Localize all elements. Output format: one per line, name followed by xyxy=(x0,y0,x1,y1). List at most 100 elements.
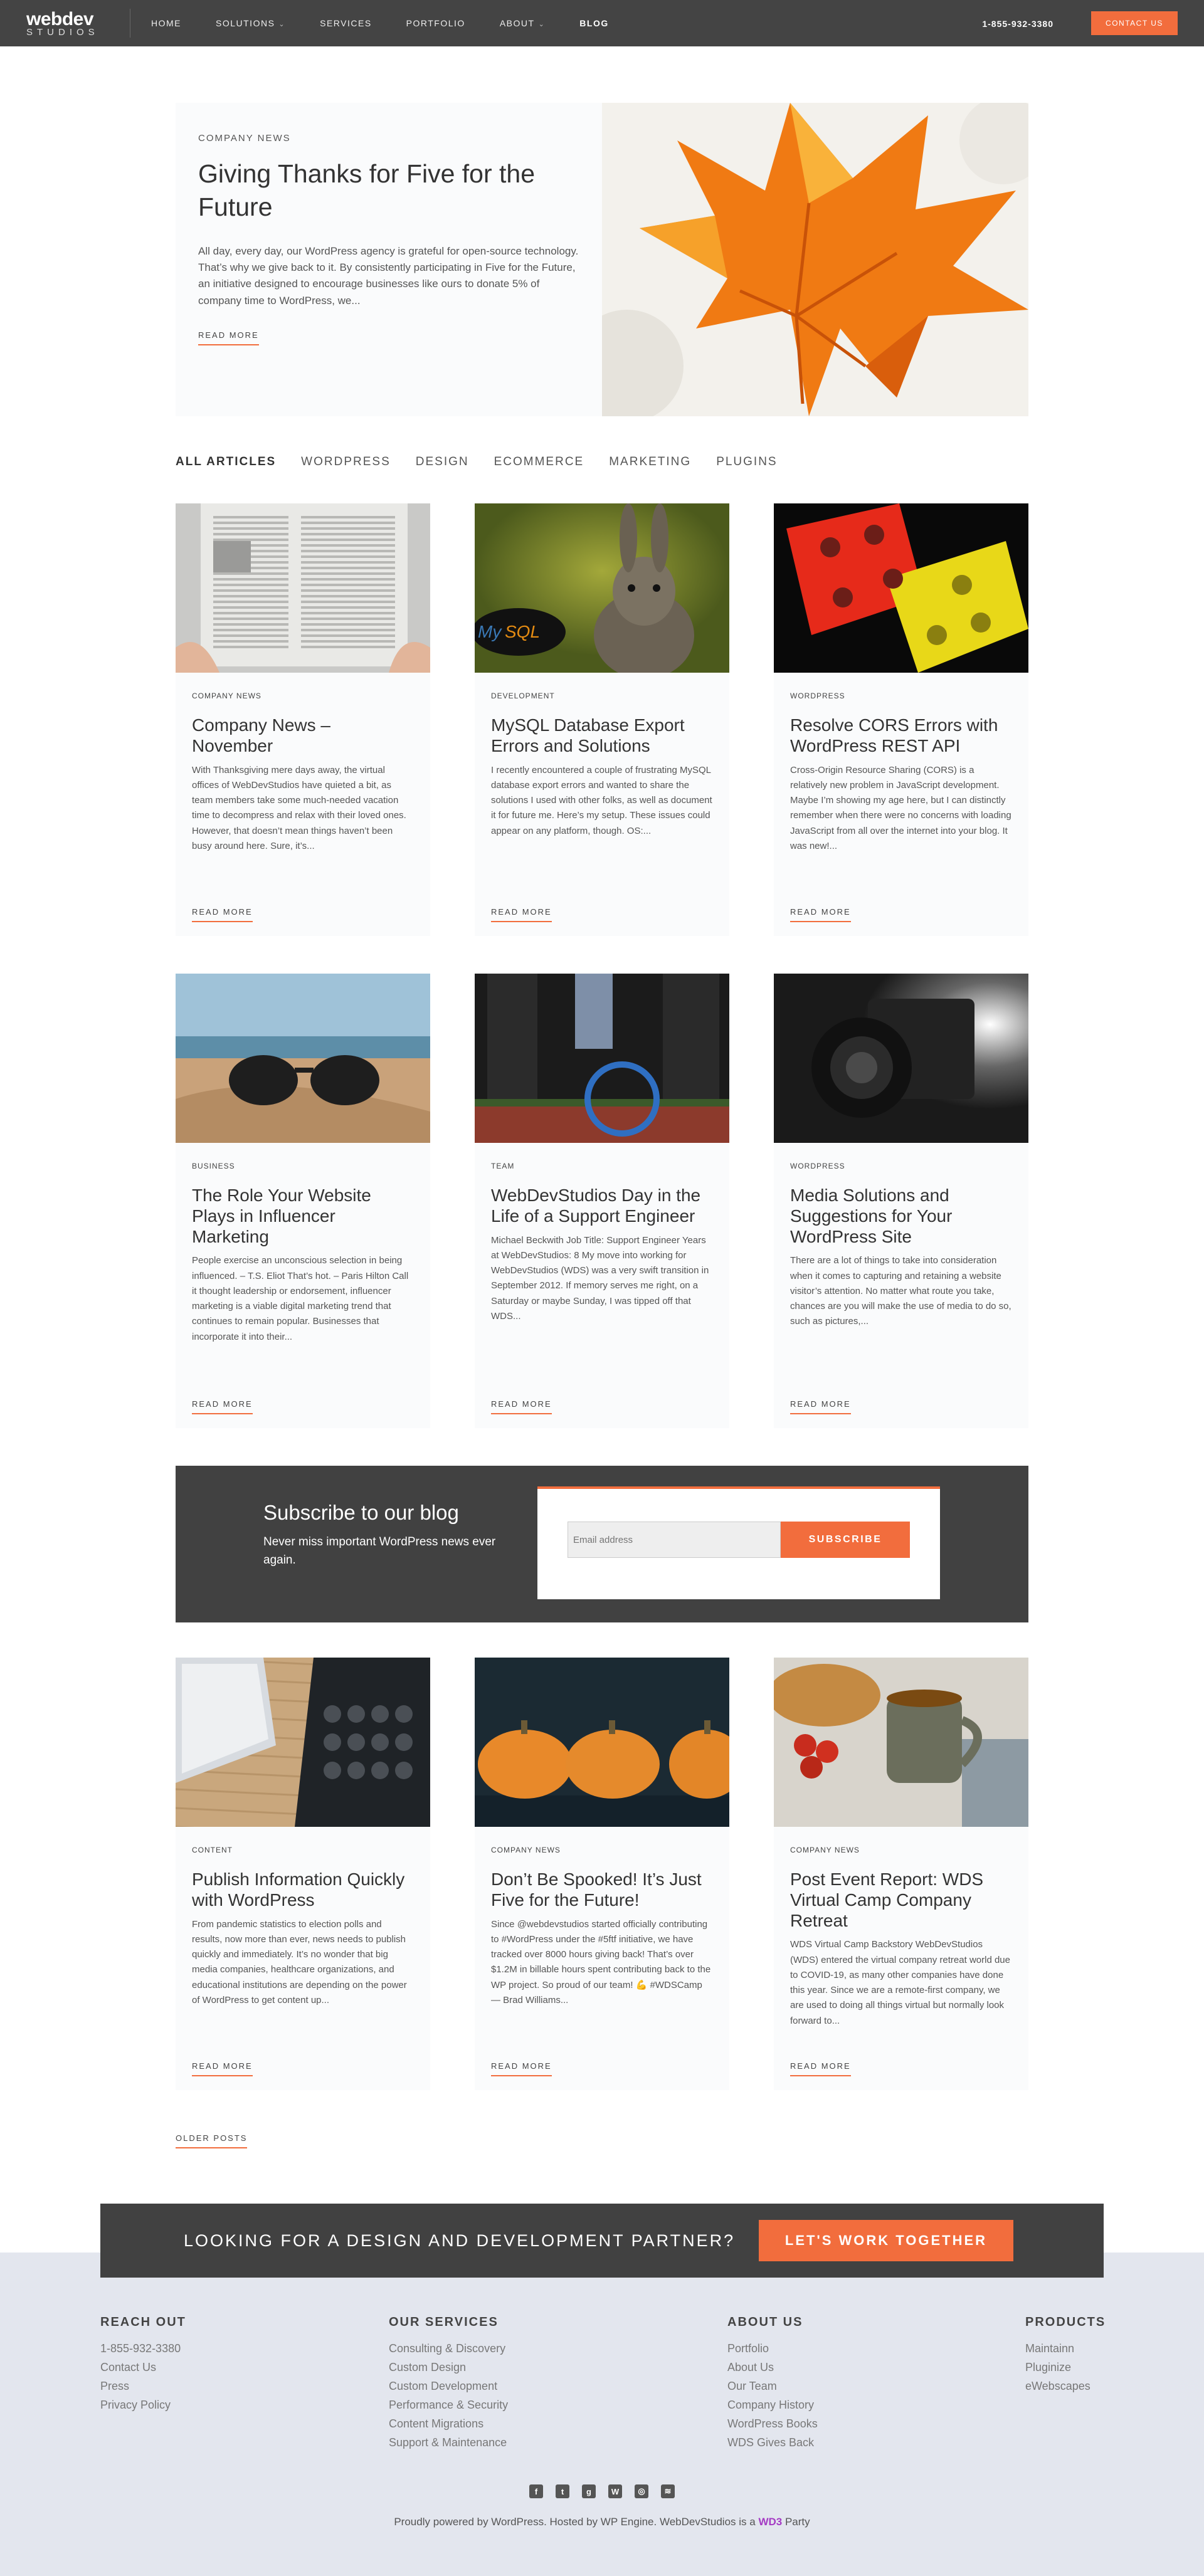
footer-link[interactable]: Consulting & Discovery xyxy=(389,2339,508,2358)
featured-read-more-link[interactable]: READ MORE xyxy=(198,330,259,345)
footer-link[interactable]: WordPress Books xyxy=(727,2414,818,2433)
post-image-rabbit[interactable]: My SQL xyxy=(475,503,729,673)
post-category[interactable]: DEVELOPMENT xyxy=(491,691,713,700)
read-more-link[interactable]: READ MORE xyxy=(491,2061,552,2076)
footer-link[interactable]: Our Team xyxy=(727,2377,818,2395)
footer-column-about-us: ABOUT US Portfolio About Us Our Team Company… xyxy=(727,2315,818,2452)
post-title[interactable]: Media Solutions and Suggestions for Your… xyxy=(790,1185,1012,1247)
post-excerpt: Cross-Origin Resource Sharing (CORS) is … xyxy=(790,764,1011,851)
post-category[interactable]: WORDPRESS xyxy=(790,691,1012,700)
post-image-unicycle[interactable] xyxy=(475,974,729,1143)
nav-item-services[interactable]: SERVICES xyxy=(320,18,372,28)
read-more-link[interactable]: READ MORE xyxy=(192,2061,253,2076)
filter-tab-marketing[interactable]: MARKETING xyxy=(609,455,691,469)
post-title[interactable]: Publish Information Quickly with WordPre… xyxy=(192,1869,414,1911)
top-navigation: webdev STUDIOS HOME SOLUTIONS ⌄ SERVICES POR… xyxy=(0,0,1204,46)
post-card-body: BUSINESS The Role Your Website Plays in I… xyxy=(176,1143,430,1364)
read-more-link[interactable]: READ MORE xyxy=(491,907,552,922)
post-image-newspaper[interactable] xyxy=(176,503,430,673)
rss-icon[interactable]: ≋ xyxy=(661,2484,675,2498)
read-more-link[interactable]: READ MORE xyxy=(790,2061,851,2076)
footer-link[interactable]: eWebscapes xyxy=(1025,2377,1106,2395)
footer-link[interactable]: Privacy Policy xyxy=(100,2395,186,2414)
nav-item-blog[interactable]: BLOG xyxy=(579,18,608,28)
footer-column-reach-out: REACH OUT 1-855-932-3380 Contact Us Press Pr… xyxy=(100,2315,186,2414)
read-more-link[interactable]: READ MORE xyxy=(192,1399,253,1414)
nav-item-solutions[interactable]: SOLUTIONS ⌄ xyxy=(216,18,285,28)
footer-link[interactable]: Custom Development xyxy=(389,2377,508,2395)
post-card-body: DEVELOPMENT MySQL Database Export Errors … xyxy=(475,673,729,858)
work-together-button[interactable]: LET'S WORK TOGETHER xyxy=(759,2220,1013,2261)
site-logo[interactable]: webdev STUDIOS xyxy=(26,9,105,37)
contact-us-button[interactable]: CONTACT US xyxy=(1091,11,1178,35)
subscribe-button[interactable]: SUBSCRIBE xyxy=(781,1522,910,1558)
post-category[interactable]: BUSINESS xyxy=(192,1162,414,1170)
featured-image-maple-leaf[interactable] xyxy=(602,103,1028,416)
footer-link[interactable]: Pluginize xyxy=(1025,2358,1106,2377)
filter-tab-wordpress[interactable]: WORDPRESS xyxy=(301,455,391,469)
post-title[interactable]: Post Event Report: WDS Virtual Camp Comp… xyxy=(790,1869,1012,1931)
social-links: f t g W ◎ ≋ xyxy=(100,2484,1104,2498)
post-category[interactable]: TEAM xyxy=(491,1162,713,1170)
footer-link[interactable]: Content Migrations xyxy=(389,2414,508,2433)
footer-link[interactable]: About Us xyxy=(727,2358,818,2377)
filter-tab-ecommerce[interactable]: ECOMMERCE xyxy=(494,455,584,469)
filter-tab-design[interactable]: DESIGN xyxy=(416,455,469,469)
featured-post-text: COMPANY NEWS Giving Thanks for Five for … xyxy=(176,103,602,416)
featured-category[interactable]: COMPANY NEWS xyxy=(198,133,579,144)
nav-item-portfolio[interactable]: PORTFOLIO xyxy=(406,18,465,28)
nav-phone-link[interactable]: 1-855-932-3380 xyxy=(982,19,1054,29)
footer-link[interactable]: Company History xyxy=(727,2395,818,2414)
post-excerpt: People exercise an unconscious selection… xyxy=(192,1255,409,1342)
post-image-typewriter[interactable] xyxy=(176,1658,430,1827)
read-more-link[interactable]: READ MORE xyxy=(790,1399,851,1414)
older-posts-link[interactable]: OLDER POSTS xyxy=(176,2133,248,2148)
post-image-pumpkins[interactable] xyxy=(475,1658,729,1827)
nav-item-home[interactable]: HOME xyxy=(151,18,181,28)
read-more-link[interactable]: READ MORE xyxy=(790,907,851,922)
post-image-dice[interactable] xyxy=(774,503,1028,673)
post-title[interactable]: MySQL Database Export Errors and Solutio… xyxy=(491,715,713,757)
filter-tab-plugins[interactable]: PLUGINS xyxy=(716,455,777,469)
footer-link[interactable]: Press xyxy=(100,2377,186,2395)
nav-item-label: PORTFOLIO xyxy=(406,18,465,28)
footer-link[interactable]: Portfolio xyxy=(727,2339,818,2358)
footer-link[interactable]: Performance & Security xyxy=(389,2395,508,2414)
post-card: COMPANY NEWS Don’t Be Spooked! It’s Just … xyxy=(475,1658,729,2090)
post-category[interactable]: COMPANY NEWS xyxy=(192,691,414,700)
post-card-body: WORDPRESS Resolve CORS Errors with WordPr… xyxy=(774,673,1028,873)
nav-item-about[interactable]: ABOUT ⌄ xyxy=(500,18,545,28)
facebook-icon[interactable]: f xyxy=(529,2484,543,2498)
read-more-link[interactable]: READ MORE xyxy=(192,907,253,922)
post-title[interactable]: The Role Your Website Plays in Influence… xyxy=(192,1185,414,1247)
post-category[interactable]: CONTENT xyxy=(192,1846,414,1854)
post-title[interactable]: Company News – November xyxy=(192,715,414,757)
post-excerpt: There are a lot of things to take into c… xyxy=(790,1255,1011,1327)
email-input[interactable] xyxy=(568,1522,781,1558)
filter-tab-all-articles[interactable]: ALL ARTICLES xyxy=(176,455,276,469)
wordpress-icon[interactable]: W xyxy=(608,2484,622,2498)
post-category[interactable]: COMPANY NEWS xyxy=(491,1846,713,1854)
footer-link[interactable]: WDS Gives Back xyxy=(727,2433,818,2452)
featured-title[interactable]: Giving Thanks for Five for the Future xyxy=(198,157,579,224)
wd3-link[interactable]: WD3 xyxy=(758,2516,782,2528)
post-title[interactable]: Resolve CORS Errors with WordPress REST … xyxy=(790,715,1012,757)
instagram-icon[interactable]: ◎ xyxy=(635,2484,648,2498)
footer-link[interactable]: 1-855-932-3380 xyxy=(100,2339,186,2358)
credits-text: Proudly powered by WordPress. Hosted by … xyxy=(394,2516,756,2528)
post-title[interactable]: WebDevStudios Day in the Life of a Suppo… xyxy=(491,1185,713,1227)
github-icon[interactable]: g xyxy=(582,2484,596,2498)
read-more-link[interactable]: READ MORE xyxy=(491,1399,552,1414)
post-image-coffee[interactable] xyxy=(774,1658,1028,1827)
twitter-icon[interactable]: t xyxy=(556,2484,569,2498)
footer-link[interactable]: Support & Maintenance xyxy=(389,2433,508,2452)
post-image-sunglasses[interactable] xyxy=(176,974,430,1143)
footer-column-title: REACH OUT xyxy=(100,2315,186,2329)
footer-link[interactable]: Maintainn xyxy=(1025,2339,1106,2358)
post-category[interactable]: WORDPRESS xyxy=(790,1162,1012,1170)
footer-link[interactable]: Custom Design xyxy=(389,2358,508,2377)
footer-link[interactable]: Contact Us xyxy=(100,2358,186,2377)
post-image-camera[interactable] xyxy=(774,974,1028,1143)
post-title[interactable]: Don’t Be Spooked! It’s Just Five for the… xyxy=(491,1869,713,1911)
post-category[interactable]: COMPANY NEWS xyxy=(790,1846,1012,1854)
